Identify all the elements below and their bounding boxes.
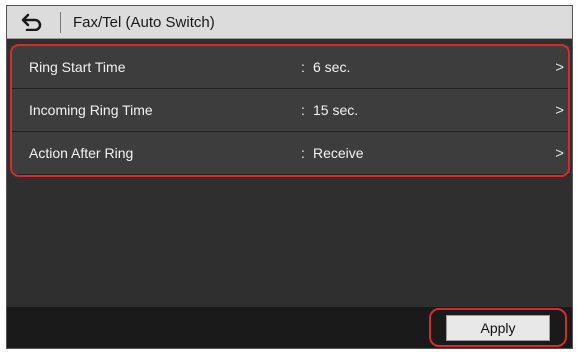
bottom-bar: Apply: [7, 307, 572, 348]
chevron-right-icon: >: [555, 102, 564, 119]
setting-value: 6 sec.: [313, 59, 351, 75]
settings-list: Ring Start Time : 6 sec. > Incoming Ring…: [11, 46, 570, 175]
setting-label: Action After Ring: [29, 145, 134, 161]
apply-button[interactable]: Apply: [446, 315, 550, 341]
chevron-right-icon: >: [555, 145, 564, 162]
setting-label: Incoming Ring Time: [29, 102, 153, 118]
setting-separator: :: [301, 59, 305, 75]
chevron-right-icon: >: [555, 59, 564, 76]
setting-separator: :: [301, 145, 305, 161]
setting-value: 15 sec.: [313, 102, 359, 118]
setting-separator: :: [301, 102, 305, 118]
device-screen: Fax/Tel (Auto Switch) Ring Start Time : …: [6, 5, 573, 349]
page-title: Fax/Tel (Auto Switch): [73, 14, 215, 31]
back-arrow-icon: [21, 13, 42, 31]
setting-label: Ring Start Time: [29, 59, 126, 75]
title-divider: [60, 12, 61, 33]
back-button[interactable]: [15, 9, 49, 35]
title-bar: Fax/Tel (Auto Switch): [7, 6, 572, 39]
setting-value: Receive: [313, 145, 364, 161]
setting-row-ring-start-time[interactable]: Ring Start Time : 6 sec. >: [11, 46, 570, 89]
setting-row-incoming-ring-time[interactable]: Incoming Ring Time : 15 sec. >: [11, 89, 570, 132]
setting-row-action-after-ring[interactable]: Action After Ring : Receive >: [11, 132, 570, 175]
